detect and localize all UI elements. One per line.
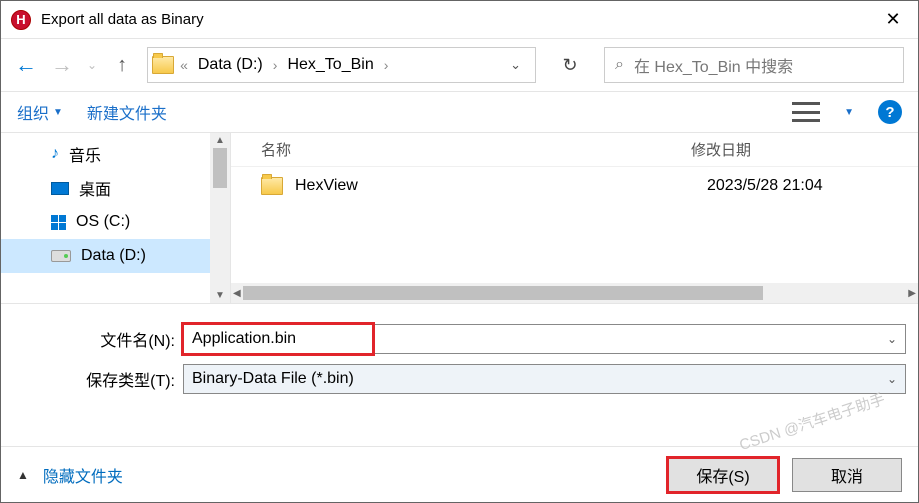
column-date[interactable]: 修改日期 <box>691 139 751 160</box>
column-headers[interactable]: 名称 修改日期 <box>231 133 918 167</box>
file-row[interactable]: HexView 2023/5/28 21:04 <box>231 167 918 205</box>
desktop-icon <box>51 182 69 195</box>
chevron-down-icon[interactable]: ⌄ <box>887 372 897 386</box>
scroll-thumb[interactable] <box>213 148 227 188</box>
up-button[interactable]: ↑ <box>111 54 133 77</box>
search-input[interactable]: ⌕ 在 Hex_To_Bin 中搜索 <box>604 47 904 83</box>
sidebar-item-music[interactable]: ♪ 音乐 <box>1 137 230 171</box>
app-icon: H <box>11 10 31 30</box>
sidebar-item-desktop[interactable]: 桌面 <box>1 171 230 205</box>
scroll-down-icon[interactable]: ▼ <box>215 290 225 301</box>
history-dropdown[interactable]: ⌄ <box>87 58 97 72</box>
forward-button: → <box>51 52 73 78</box>
sidebar: ♪ 音乐 桌面 OS (C:) Data (D:) ▲ ▼ <box>1 133 231 303</box>
sidebar-item-label: OS (C:) <box>76 213 130 231</box>
caret-up-icon[interactable]: ▲ <box>17 468 29 482</box>
titlebar: H Export all data as Binary ✕ <box>1 1 918 39</box>
filetype-select[interactable]: Binary-Data File (*.bin) ⌄ <box>183 364 906 394</box>
filetype-label: 保存类型(T): <box>13 367 183 391</box>
filetype-value: Binary-Data File (*.bin) <box>192 370 354 388</box>
cancel-button[interactable]: 取消 <box>792 458 902 492</box>
scroll-up-icon[interactable]: ▲ <box>215 135 225 146</box>
music-icon: ♪ <box>51 145 59 163</box>
folder-icon <box>261 177 283 195</box>
refresh-button[interactable]: ↻ <box>550 55 590 76</box>
file-date: 2023/5/28 21:04 <box>707 177 823 195</box>
windows-icon <box>51 215 66 230</box>
sidebar-item-data-d[interactable]: Data (D:) <box>1 239 230 273</box>
filename-highlight: Application.bin <box>183 324 373 354</box>
sidebar-item-os-c[interactable]: OS (C:) <box>1 205 230 239</box>
horizontal-scrollbar[interactable]: ◀ ▶ <box>231 283 918 303</box>
filename-label: 文件名(N): <box>13 327 183 351</box>
file-list: 名称 修改日期 HexView 2023/5/28 21:04 ◀ ▶ <box>231 133 918 303</box>
column-name[interactable]: 名称 <box>261 139 691 160</box>
chevron-down-icon[interactable]: ▼ <box>844 107 854 118</box>
view-options-button[interactable] <box>792 102 820 122</box>
new-folder-button[interactable]: 新建文件夹 <box>87 100 167 124</box>
organize-menu[interactable]: 组织▼ <box>17 100 63 124</box>
search-placeholder: 在 Hex_To_Bin 中搜索 <box>634 53 793 77</box>
drive-icon <box>51 250 71 262</box>
chevron-right-icon: › <box>271 57 280 73</box>
sidebar-item-label: 桌面 <box>79 176 111 200</box>
back-button[interactable]: ← <box>15 52 37 78</box>
sidebar-item-label: Data (D:) <box>81 247 146 265</box>
crumb-sep-icon: « <box>178 57 190 73</box>
hide-folders-link[interactable]: 隐藏文件夹 <box>43 463 123 487</box>
window-title: Export all data as Binary <box>41 11 868 28</box>
scroll-right-icon[interactable]: ▶ <box>908 288 916 299</box>
sidebar-scrollbar[interactable]: ▲ ▼ <box>210 133 230 303</box>
save-dialog: H Export all data as Binary ✕ ← → ⌄ ↑ « … <box>0 0 919 503</box>
folder-icon <box>152 56 174 74</box>
help-button[interactable]: ? <box>878 100 902 124</box>
file-name: HexView <box>295 177 695 195</box>
crumb-drive[interactable]: Data (D:) <box>194 53 267 77</box>
chevron-down-icon: ▼ <box>53 107 63 118</box>
address-dropdown[interactable]: ⌄ <box>500 57 531 73</box>
scroll-thumb[interactable] <box>243 286 763 300</box>
chevron-right-icon: › <box>382 57 391 73</box>
form-area: 文件名(N): Application.bin x ⌄ 保存类型(T): Bin… <box>1 304 918 412</box>
close-button[interactable]: ✕ <box>868 1 918 39</box>
search-icon: ⌕ <box>615 56 624 74</box>
toolbar: 组织▼ 新建文件夹 ▼ ? <box>1 91 918 133</box>
chevron-down-icon[interactable]: ⌄ <box>887 332 897 346</box>
nav-row: ← → ⌄ ↑ « Data (D:) › Hex_To_Bin › ⌄ ↻ ⌕… <box>1 39 918 91</box>
crumb-folder[interactable]: Hex_To_Bin <box>283 53 377 77</box>
footer: ▲ 隐藏文件夹 保存(S) 取消 <box>1 446 918 502</box>
main-area: ♪ 音乐 桌面 OS (C:) Data (D:) ▲ ▼ <box>1 133 918 303</box>
save-button[interactable]: 保存(S) <box>668 458 778 492</box>
sidebar-item-label: 音乐 <box>69 142 101 166</box>
address-bar[interactable]: « Data (D:) › Hex_To_Bin › ⌄ <box>147 47 536 83</box>
scroll-left-icon[interactable]: ◀ <box>233 288 241 299</box>
